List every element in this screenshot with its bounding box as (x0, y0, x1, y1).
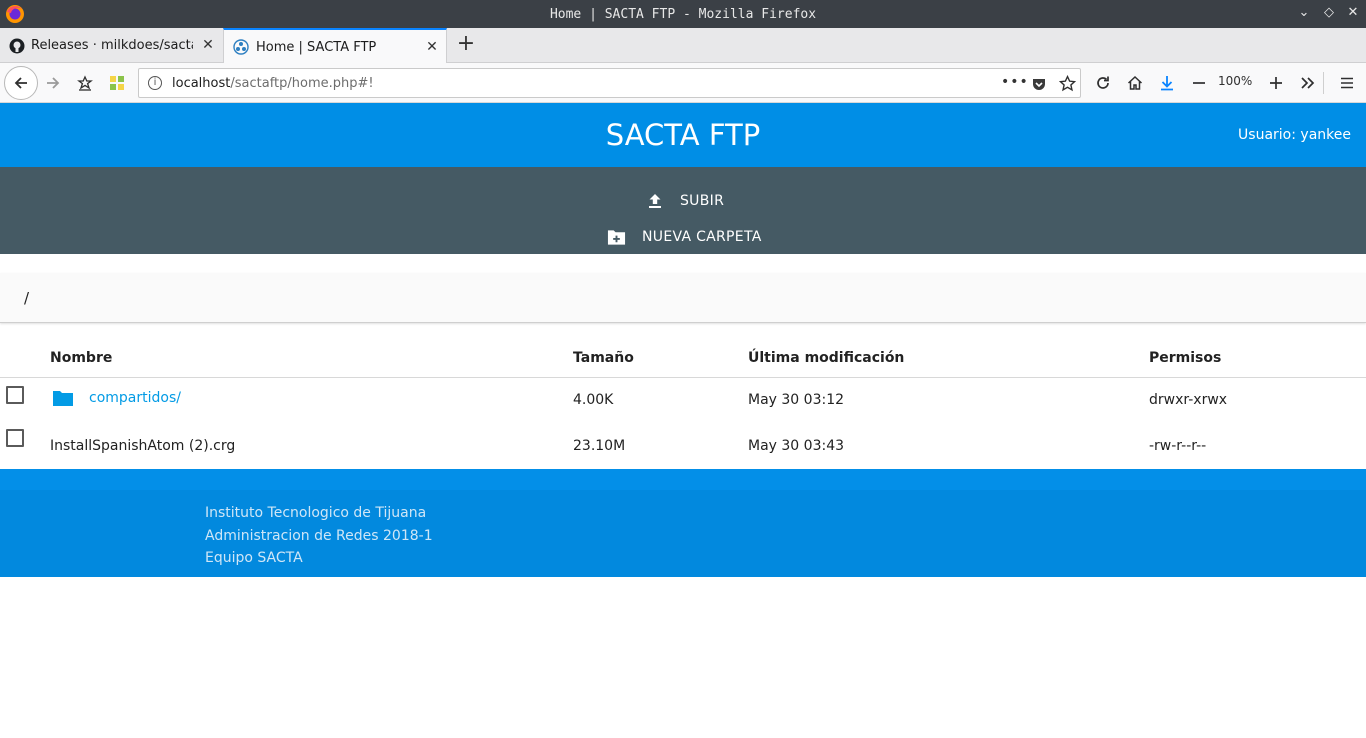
footer-band (0, 469, 1366, 490)
extension-button[interactable] (102, 68, 132, 98)
double-chevron-right-icon (1301, 77, 1315, 89)
minimize-icon[interactable]: ⌄ (1295, 4, 1313, 22)
file-table: Nombre Tamaño Última modificación Permis… (0, 339, 1366, 469)
footer-line-institute: Instituto Tecnologico de Tijuana (205, 505, 427, 521)
extension-icon (110, 76, 124, 90)
page-actions-icon[interactable]: ••• (1001, 74, 1029, 90)
sacta-favicon-icon (233, 39, 249, 55)
url-path: /sactaftp/home.php#! (230, 75, 374, 91)
url-bar[interactable]: i localhost/sactaftp/home.php#! ••• (138, 68, 1081, 98)
column-header-permissions[interactable]: Permisos (1149, 339, 1366, 378)
create-folder-icon (607, 230, 626, 245)
home-icon (1127, 75, 1143, 90)
row-checkbox[interactable] (6, 429, 24, 447)
library-button[interactable] (70, 68, 100, 98)
page-content: SACTA FTP Usuario: yankee SUBIR NUEVA CA… (0, 103, 1366, 738)
bookmark-star-icon[interactable] (1059, 75, 1076, 92)
close-tab-icon[interactable]: ✕ (424, 39, 440, 55)
site-info-icon[interactable]: i (148, 76, 162, 90)
toolbar-divider (1323, 72, 1324, 94)
table-header-row: Nombre Tamaño Última modificación Permis… (0, 339, 1366, 378)
new-folder-label: NUEVA CARPETA (642, 229, 762, 245)
navigation-bar: i localhost/sactaftp/home.php#! ••• 100% (0, 63, 1366, 103)
tab-home-sacta[interactable]: Home | SACTA FTP ✕ (223, 28, 447, 64)
reload-icon (1097, 76, 1109, 89)
user-label: Usuario: yankee (1238, 127, 1351, 143)
pocket-icon[interactable] (1031, 76, 1047, 92)
close-window-icon[interactable]: ✕ (1344, 4, 1362, 22)
file-size: 23.10M (573, 438, 626, 454)
table-row[interactable]: InstallSpanishAtom (2).crg 23.10M May 30… (0, 423, 1366, 469)
overflow-menu-button[interactable] (1293, 68, 1323, 98)
breadcrumb-path[interactable]: / (24, 289, 29, 307)
firefox-logo-icon (6, 5, 24, 23)
footer-line-team: Equipo SACTA (205, 550, 303, 566)
menu-button[interactable] (1332, 68, 1362, 98)
row-checkbox[interactable] (6, 385, 24, 404)
forward-button[interactable] (38, 68, 68, 98)
footer-line-course: Administracion de Redes 2018-1 (205, 527, 433, 544)
window-titlebar: Home | SACTA FTP - Mozilla Firefox ⌄ ◇ ✕ (0, 0, 1366, 28)
folder-icon (53, 391, 73, 407)
file-name[interactable]: InstallSpanishAtom (2).crg (50, 423, 573, 469)
select-column-header (0, 339, 50, 378)
zoom-level[interactable]: 100% (1218, 74, 1252, 88)
zoom-out-button[interactable] (1184, 68, 1214, 98)
page-footer: Instituto Tecnologico de Tijuana Adminis… (0, 469, 1366, 577)
column-header-size[interactable]: Tamaño (573, 339, 748, 378)
arrow-left-icon (14, 77, 27, 89)
back-button[interactable] (4, 66, 38, 100)
table-row[interactable]: compartidos/ 4.00K May 30 03:12 drwxr-xr… (0, 377, 1366, 423)
home-button[interactable] (1120, 68, 1150, 98)
plus-icon (1270, 77, 1282, 89)
file-size: 4.00K (573, 392, 614, 409)
file-permissions: -rw-r--r-- (1149, 438, 1207, 454)
new-folder-button[interactable]: NUEVA CARPETA (607, 228, 762, 246)
maximize-icon[interactable]: ◇ (1320, 4, 1338, 22)
new-tab-button[interactable]: + (454, 33, 478, 57)
upload-button[interactable]: SUBIR (646, 192, 724, 210)
upload-icon (649, 194, 661, 208)
column-header-modified[interactable]: Última modificación (748, 339, 1149, 378)
zoom-in-button[interactable] (1261, 68, 1291, 98)
close-tab-icon[interactable]: ✕ (200, 37, 216, 53)
footer-lines: Instituto Tecnologico de Tijuana Adminis… (205, 502, 433, 570)
download-icon (1161, 76, 1173, 91)
file-name: compartidos/ (89, 390, 181, 407)
column-header-name[interactable]: Nombre (50, 339, 573, 378)
window-title: Home | SACTA FTP - Mozilla Firefox (549, 6, 817, 22)
file-modified: May 30 03:12 (748, 392, 845, 409)
hamburger-menu-icon (1341, 77, 1353, 89)
url-host: localhost (172, 75, 231, 91)
reload-button[interactable] (1088, 68, 1118, 98)
downloads-button[interactable] (1152, 68, 1182, 98)
breadcrumb: / (0, 273, 1366, 323)
folder-link[interactable]: compartidos/ (50, 389, 181, 407)
action-toolbar: SUBIR NUEVA CARPETA (0, 167, 1366, 254)
minus-icon (1193, 82, 1205, 84)
file-modified: May 30 03:43 (748, 438, 845, 454)
app-title: SACTA FTP (605, 118, 761, 152)
app-header: SACTA FTP Usuario: yankee (0, 103, 1366, 167)
tab-strip: Releases · milkdoes/sactaFTP ✕ Home | SA… (0, 28, 1366, 64)
bookmark-star-icon (77, 75, 93, 91)
upload-label: SUBIR (680, 193, 725, 209)
tab-label: Home | SACTA FTP (256, 39, 377, 55)
github-icon (9, 38, 25, 53)
tab-releases[interactable]: Releases · milkdoes/sactaFTP ✕ (0, 28, 222, 63)
arrow-right-icon (47, 77, 60, 89)
tab-label: Releases · milkdoes/sactaFTP (31, 38, 193, 53)
file-permissions: drwxr-xrwx (1149, 392, 1228, 409)
